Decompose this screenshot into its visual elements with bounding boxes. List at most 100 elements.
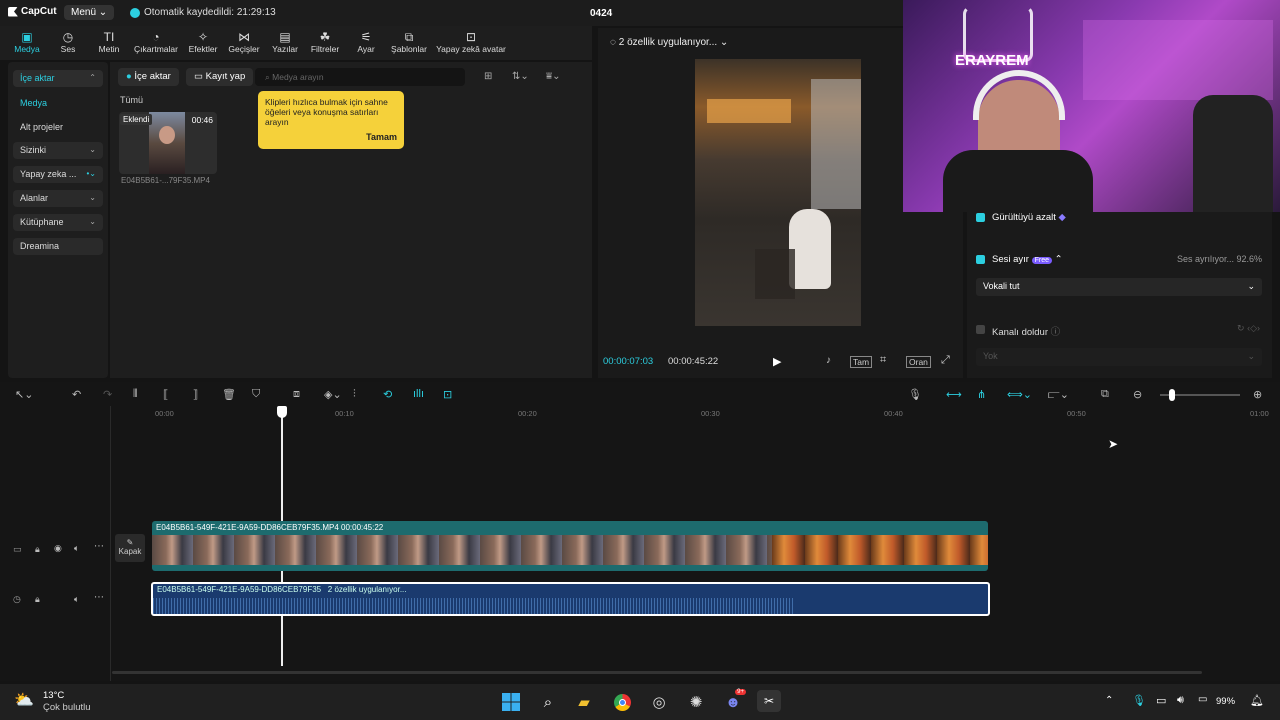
menu-button[interactable]: Menü ⌄ <box>64 5 115 20</box>
filter-all[interactable]: Tümü <box>120 95 143 105</box>
sidebar-item-spaces[interactable]: Alanlar ⌄ <box>13 190 103 207</box>
tab-effects[interactable]: ✧ Efektler <box>186 30 220 54</box>
obs-icon[interactable]: ◎ <box>648 692 670 712</box>
mute-icon[interactable]: 🔈︎ <box>74 543 79 554</box>
fill-channel-checkbox[interactable] <box>976 325 985 334</box>
tab-transitions[interactable]: ⋈ Geçişler <box>226 30 262 54</box>
tray-mic-icon[interactable]: 🎙 <box>1132 694 1146 707</box>
chrome-icon[interactable] <box>611 692 633 712</box>
chatgpt-icon[interactable]: ✺ <box>685 692 707 712</box>
delete-icon[interactable]: 🗑 <box>222 388 236 401</box>
cover-button[interactable]: ✎ Kapak <box>115 534 145 562</box>
sidebar-item-ai[interactable]: Yapay zeka ... •⌄ <box>13 166 103 183</box>
webcam-chair <box>1193 95 1273 212</box>
timeline-scrollbar[interactable] <box>112 671 1202 674</box>
ratio-button[interactable]: Oran <box>906 356 931 368</box>
sidebar-item-dreamina[interactable]: Dreamina <box>13 238 103 255</box>
start-logo <box>502 693 520 711</box>
weather-temp[interactable]: 13°C <box>43 690 64 701</box>
separate-checkbox[interactable] <box>976 255 985 264</box>
capcut-taskbar-icon[interactable]: ✂ <box>757 690 781 712</box>
notification-bell-icon[interactable]: 🔔︎ <box>1250 694 1264 707</box>
search-icon[interactable]: ⌕ <box>537 692 559 712</box>
search-input[interactable]: ⌕ Medya arayın <box>255 68 465 86</box>
zoom-slider-handle[interactable] <box>1169 389 1175 401</box>
windows-start-icon[interactable] <box>500 692 522 712</box>
tooltip-ok-button[interactable]: Tamam <box>366 132 397 142</box>
vocal-select[interactable]: Vokali tut ⌄ <box>976 278 1262 296</box>
ruler-tick: 00:30 <box>701 409 720 418</box>
preview-axis-icon[interactable]: ⫍⌄ <box>1048 388 1069 402</box>
tab-audio[interactable]: ◷ Ses <box>56 30 80 54</box>
fit-icon[interactable]: ⧉ <box>1101 388 1109 401</box>
grid-view-icon[interactable]: ⊞ <box>484 71 492 82</box>
ai-edit-icon[interactable]: ⊡ <box>443 388 452 401</box>
lock-icon[interactable]: 🔒︎ <box>35 544 40 555</box>
tiktok-icon[interactable]: ♪ <box>826 355 831 366</box>
battery-percent[interactable]: 99% <box>1216 696 1235 707</box>
more-icon[interactable]: ⋯ <box>94 541 104 552</box>
play-icon[interactable]: ▶ <box>773 355 781 368</box>
microphone-icon[interactable]: 🎙 <box>908 388 922 401</box>
tab-captions[interactable]: ▤ Yazılar <box>270 30 300 54</box>
split-left-icon[interactable]: ⟦ <box>163 388 168 401</box>
tab-templates[interactable]: ⧉ Şablonlar <box>389 30 429 54</box>
mute-icon[interactable]: 🔈︎ <box>74 594 79 605</box>
processing-status[interactable]: ◌ 2 özellik uygulanıyor... ⌄ <box>610 37 728 48</box>
tab-ai-avatar[interactable]: ⊡ Yapay zekâ avatar <box>434 30 508 54</box>
battery-icon[interactable]: ▭ <box>1198 694 1207 705</box>
video-preview[interactable] <box>695 59 861 326</box>
keyframe-icon[interactable]: ↻ ‹◇› <box>1237 323 1260 334</box>
zoom-out-icon[interactable]: ⊖ <box>1133 388 1142 401</box>
volume-icon[interactable]: 🔊︎ <box>1177 694 1184 707</box>
discord-icon[interactable]: ☻ 9+ <box>722 689 746 712</box>
file-explorer-icon[interactable]: ▰ <box>573 692 595 712</box>
media-clip-thumbnail[interactable]: Eklendi 00:46 <box>119 112 217 174</box>
network-icon[interactable]: ▭ <box>1156 694 1166 707</box>
screenshot-icon[interactable]: ⌗ <box>880 354 886 367</box>
sidebar-item-import[interactable]: İçe aktar ⌃ <box>13 70 103 87</box>
time-ruler[interactable]: 00:00 00:10 00:20 00:30 00:40 00:50 01:0… <box>155 406 1270 418</box>
project-title[interactable]: 0424 <box>590 8 612 19</box>
noise-checkbox[interactable] <box>976 213 985 222</box>
tray-expand-icon[interactable]: ⌃ <box>1105 695 1113 706</box>
audio-clip[interactable]: E04B5B61-549F-421E-9A59-DD86CEB79F35 2 ö… <box>151 582 990 616</box>
sort-icon[interactable]: ⇅⌄ <box>512 71 529 82</box>
adjust-tracks-icon[interactable]: ⫶ <box>353 388 356 401</box>
filter-icon[interactable]: ⩸⌄ <box>546 71 560 82</box>
pointer-icon[interactable]: ↖⌄ <box>15 388 33 401</box>
split-icon[interactable]: ⫴ <box>133 388 138 401</box>
mask-icon[interactable]: ◈⌄ <box>324 388 342 401</box>
snap-icon[interactable]: ⟺⌄ <box>1007 388 1032 401</box>
full-button[interactable]: Tam <box>850 356 873 368</box>
sidebar-item-subprojects[interactable]: Alt projeler <box>20 122 63 132</box>
channel-select[interactable]: Yok ⌄ <box>976 348 1262 366</box>
record-button[interactable]: ▭ Kayıt yap <box>186 68 254 86</box>
tab-filters[interactable]: ☘ Filtreler <box>308 30 342 54</box>
video-clip[interactable]: E04B5B61-549F-421E-9A59-DD86CEB79F35.MP4… <box>152 521 988 571</box>
undo-icon[interactable]: ↶ <box>72 388 81 401</box>
link-clips-icon[interactable]: ⟷ <box>946 388 962 401</box>
split-right-icon[interactable]: ⟧ <box>193 388 198 401</box>
lock-icon[interactable]: 🔒︎ <box>35 594 40 605</box>
freeze-icon[interactable]: ⧈ <box>293 388 300 401</box>
sidebar-item-yours[interactable]: Sizinki ⌄ <box>13 142 103 159</box>
tab-media[interactable]: ▣ Medya <box>12 30 42 54</box>
marker-icon[interactable]: ⛉ <box>252 388 260 401</box>
audio-wave-icon[interactable]: ıllı <box>413 388 424 400</box>
tab-adjust[interactable]: ⚟ Ayar <box>354 30 378 54</box>
redo-icon[interactable]: ↷ <box>103 388 112 401</box>
eye-icon[interactable]: ◉ <box>54 543 62 554</box>
sidebar-item-media[interactable]: Medya <box>20 98 47 108</box>
playhead-handle[interactable] <box>277 406 287 418</box>
magnet-icon[interactable]: ⋔ <box>977 388 986 401</box>
more-icon[interactable]: ⋯ <box>94 592 104 603</box>
fullscreen-icon[interactable]: ⤢ <box>941 354 950 367</box>
auto-reframe-icon[interactable]: ⟲ <box>383 388 392 401</box>
tab-stickers[interactable]: ◔ Çıkartmalar <box>132 30 180 54</box>
zoom-in-icon[interactable]: ⊕ <box>1253 388 1262 401</box>
weather-desc[interactable]: Çok bulutlu <box>43 702 91 713</box>
import-button[interactable]: ● İçe aktar <box>118 68 179 86</box>
tab-text[interactable]: TI Metin <box>96 30 122 54</box>
sidebar-item-library[interactable]: Kütüphane ⌄ <box>13 214 103 231</box>
